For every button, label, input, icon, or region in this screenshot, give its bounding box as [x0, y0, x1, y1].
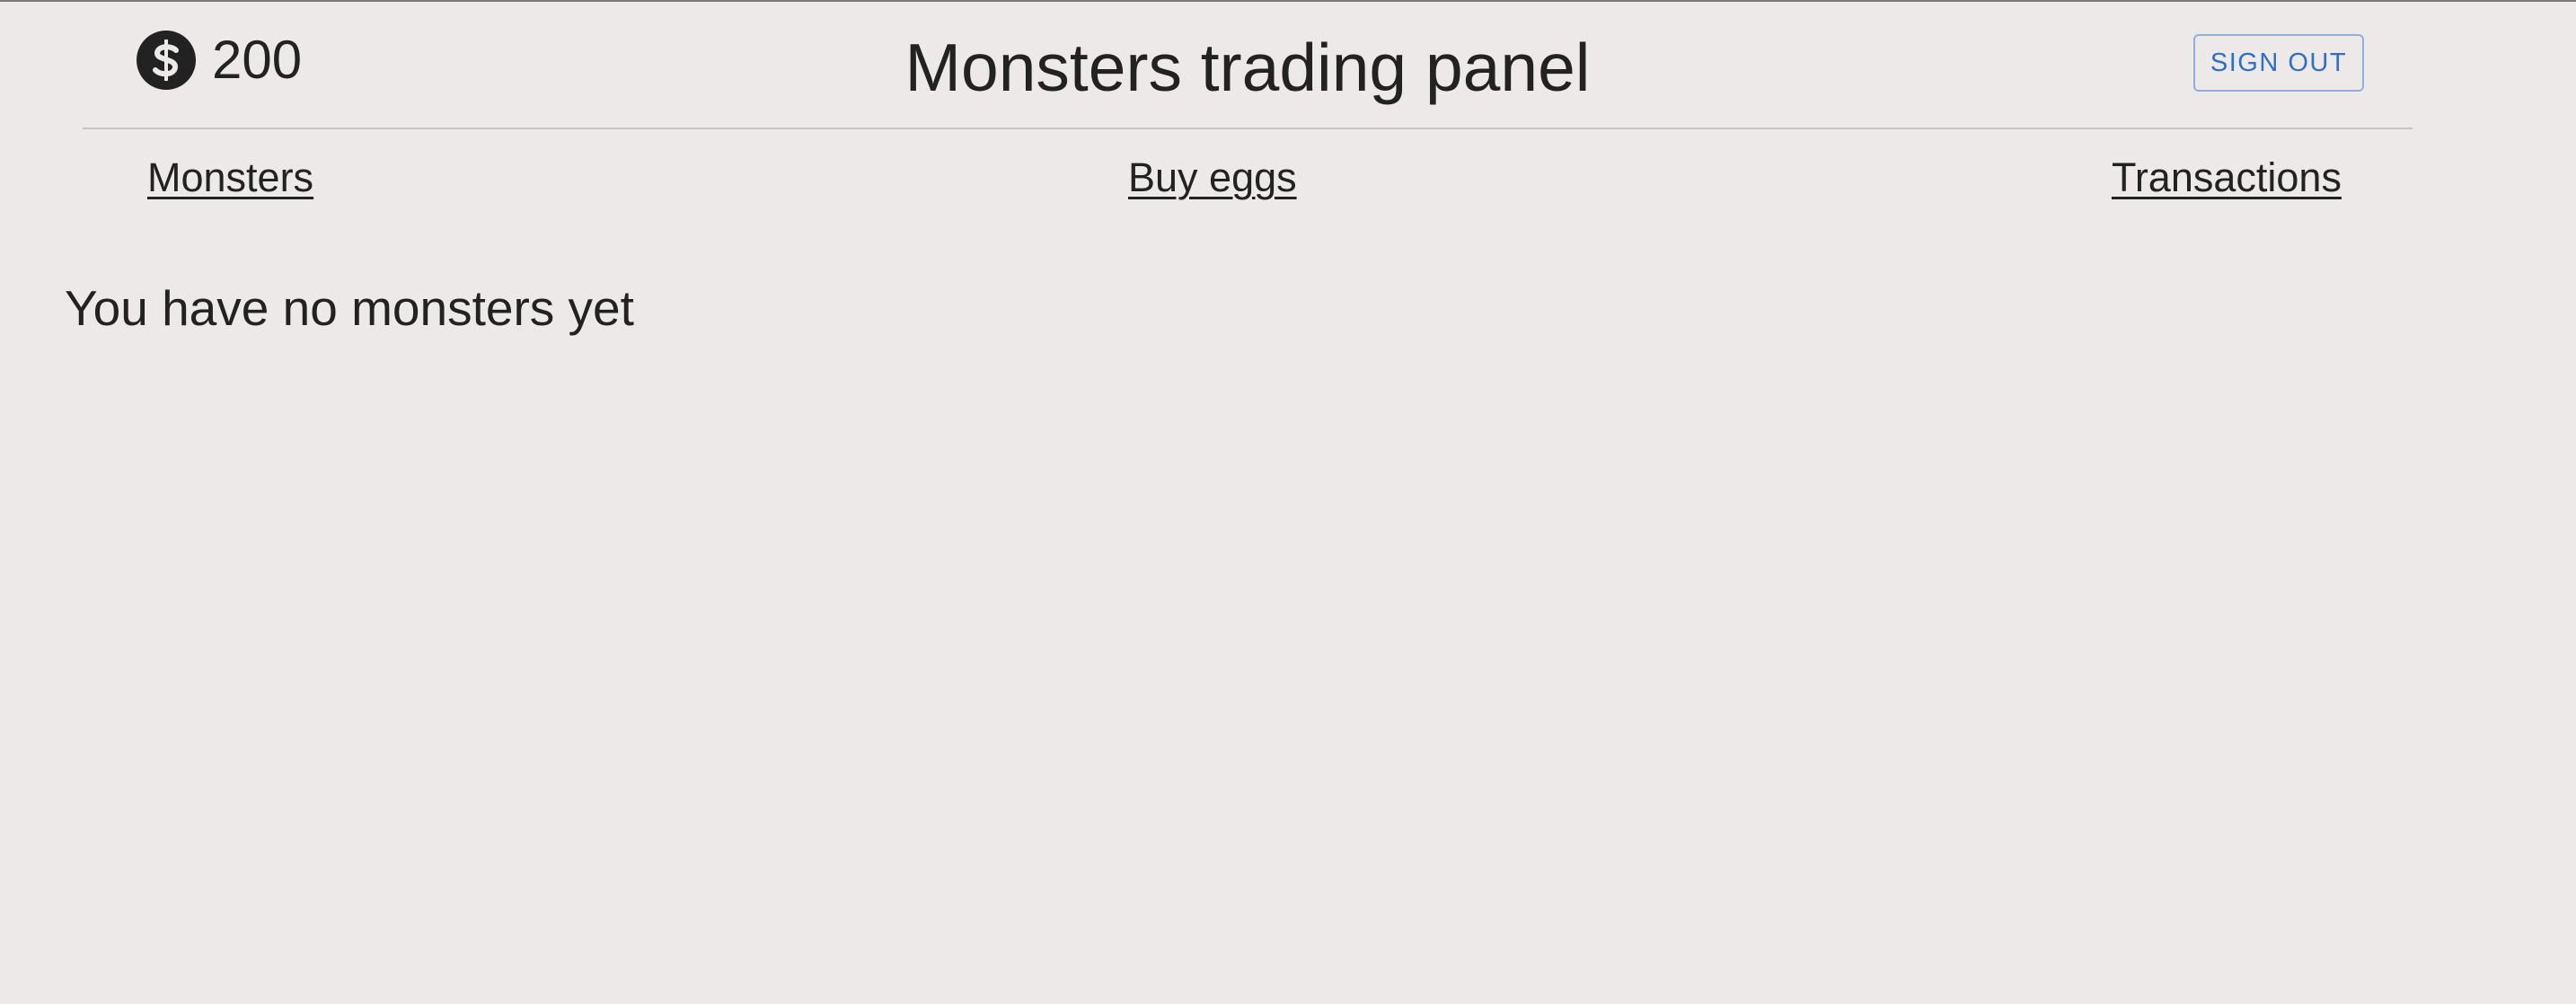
sign-out-button[interactable]: SIGN OUT: [2193, 34, 2364, 92]
empty-state-message: You have no monsters yet: [65, 280, 634, 336]
main-nav: Monsters Buy eggs Transactions: [0, 151, 2576, 205]
app-header: 200 Monsters trading panel SIGN OUT: [83, 2, 2413, 129]
nav-link-monsters[interactable]: Monsters: [147, 151, 313, 205]
nav-link-buy-eggs[interactable]: Buy eggs: [1128, 151, 1297, 205]
page-title: Monsters trading panel: [904, 30, 1591, 105]
nav-link-transactions[interactable]: Transactions: [2112, 151, 2342, 205]
